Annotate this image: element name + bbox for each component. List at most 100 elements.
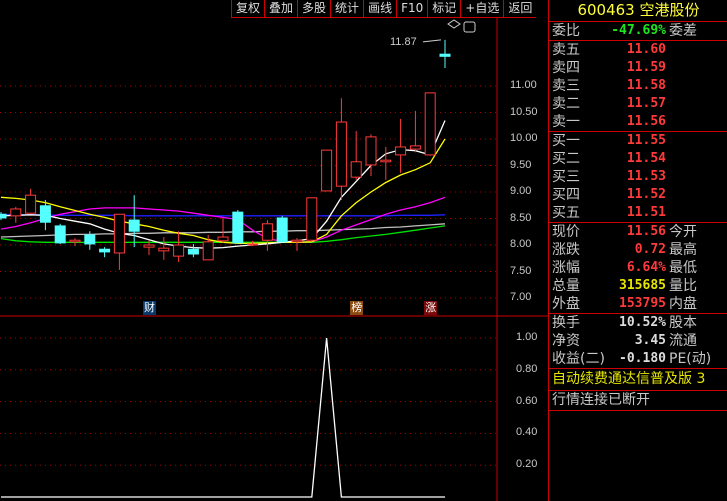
candle-down <box>84 234 96 245</box>
row-value: 11.51 <box>626 205 666 220</box>
row-label: 卖四 <box>552 60 580 76</box>
toolbar-button-5[interactable]: F10 <box>396 0 427 17</box>
indicator-tick-label: 0.20 <box>516 458 538 471</box>
row-value: 11.57 <box>626 96 666 111</box>
row-label: 卖二 <box>552 96 580 112</box>
candle-up <box>25 194 37 214</box>
row-value: 153795 <box>619 296 666 311</box>
row-value: 11.52 <box>626 187 666 202</box>
candle-up <box>202 241 214 261</box>
candle-up <box>69 239 81 243</box>
row-value: 315685 <box>619 278 666 293</box>
candle-up <box>306 197 318 241</box>
event-marker[interactable]: 涨 <box>424 301 438 315</box>
candle-up <box>335 121 347 187</box>
candle-up <box>424 92 436 156</box>
indicator-line <box>1 337 445 498</box>
candle-down <box>439 53 451 57</box>
quote-row: 现价 11.56 今开 <box>549 223 727 241</box>
quote-row: 涨跌 0.72 最高 <box>549 241 727 259</box>
fin-row: 收益(二) -0.180 PE(动) <box>549 350 727 368</box>
weibi-label: 委比 <box>552 23 580 39</box>
indicator-tick-label: 0.40 <box>516 426 538 439</box>
row-value: 11.55 <box>626 133 666 148</box>
row-value: -0.180 <box>619 351 666 366</box>
weibi-value: -47.69% <box>611 23 666 38</box>
candle-down <box>276 217 288 243</box>
row-label: 买三 <box>552 169 580 185</box>
price-tick-label: 8.50 <box>510 211 532 224</box>
candle-down <box>39 205 51 223</box>
quote-row: 总量 315685 量比 <box>549 277 727 295</box>
weicha-label: 委差 <box>669 23 697 39</box>
toolbar-button-2[interactable]: 多股 <box>297 0 330 17</box>
toolbar-button-7[interactable]: +自选 <box>460 0 503 17</box>
row-value: 11.59 <box>626 60 666 75</box>
indicator-tick-label: 0.60 <box>516 394 538 407</box>
candle-up <box>365 136 377 166</box>
ad-banner[interactable]: 自动续费通达信普及版 3 <box>549 369 727 390</box>
row-value: 6.64% <box>626 260 666 275</box>
candle-up <box>380 159 392 163</box>
row-label: 卖一 <box>552 114 580 130</box>
candle-up <box>409 145 421 150</box>
row-right-label: 量比 <box>669 278 697 294</box>
row-label: 涨跌 <box>552 242 580 258</box>
row-label: 买五 <box>552 205 580 221</box>
quote-panel: 600463 空港股份 委比 -47.69% 委差 卖五 11.60 卖四 11.59 卖三… <box>548 0 727 501</box>
candle-down <box>0 213 7 219</box>
toolbar-button-6[interactable]: 标记 <box>427 0 460 17</box>
row-value: 11.56 <box>626 224 666 239</box>
row-value: 11.58 <box>626 78 666 93</box>
event-marker[interactable]: 榜 <box>350 301 364 315</box>
kline-chart[interactable]: 11.87 <box>0 0 548 501</box>
asks-row: 卖三 11.58 <box>549 77 727 95</box>
row-label: 净资 <box>552 333 580 349</box>
row-value: 10.52% <box>619 315 666 330</box>
row-right-label: 股本 <box>669 315 697 331</box>
row-right-label: 最高 <box>669 242 697 258</box>
row-value: 0.72 <box>634 242 666 257</box>
candle-down <box>187 248 199 255</box>
weibi-row: 委比 -47.69% 委差 <box>549 22 727 40</box>
event-marker[interactable]: 财 <box>143 301 156 315</box>
toolbar-button-4[interactable]: 画线 <box>363 0 396 17</box>
candle-up <box>113 213 125 254</box>
row-label: 现价 <box>552 224 580 240</box>
price-tick-label: 11.00 <box>510 79 537 91</box>
asks-row: 卖一 11.56 <box>549 113 727 131</box>
toolbar-button-0[interactable]: 复权 <box>231 0 264 17</box>
toolbar-button-8[interactable]: 返回 <box>503 0 536 17</box>
max-price-label: 11.87 <box>390 36 417 48</box>
row-label: 收益(二) <box>552 351 605 367</box>
row-label: 买一 <box>552 133 580 149</box>
bids-row: 买四 11.52 <box>549 186 727 204</box>
max-price-arrow <box>422 39 442 43</box>
stock-header: 600463 空港股份 <box>549 0 727 21</box>
stock-code: 600463 <box>577 1 635 19</box>
row-label: 外盘 <box>552 296 580 312</box>
connection-status: 行情连接已断开 <box>549 391 727 410</box>
row-label: 总量 <box>552 278 580 294</box>
toolbar-button-1[interactable]: 叠加 <box>264 0 297 17</box>
toolbar-button-3[interactable]: 统计 <box>330 0 363 17</box>
row-value: 11.54 <box>626 151 666 166</box>
price-tick-label: 10.00 <box>510 132 538 144</box>
row-label: 买二 <box>552 151 580 167</box>
row-right-label: 流通 <box>669 333 697 349</box>
ad-text: 自动续费通达信普及版 3 <box>552 371 706 387</box>
status-text: 行情连接已断开 <box>552 392 650 408</box>
quote-row: 涨幅 6.64% 最低 <box>549 259 727 277</box>
bids-row: 买二 11.54 <box>549 150 727 168</box>
indicator-tick-label: 1.00 <box>516 331 538 343</box>
candle-up <box>261 223 273 241</box>
toggle-icon <box>463 21 476 33</box>
row-value: 11.53 <box>626 169 666 184</box>
row-label: 涨幅 <box>552 260 580 276</box>
price-tick-label: 7.00 <box>510 291 532 303</box>
candle-down <box>54 225 66 244</box>
candle-up <box>247 243 259 246</box>
candle-up <box>350 161 362 178</box>
row-label: 卖五 <box>552 42 580 58</box>
candle-up <box>321 149 333 192</box>
